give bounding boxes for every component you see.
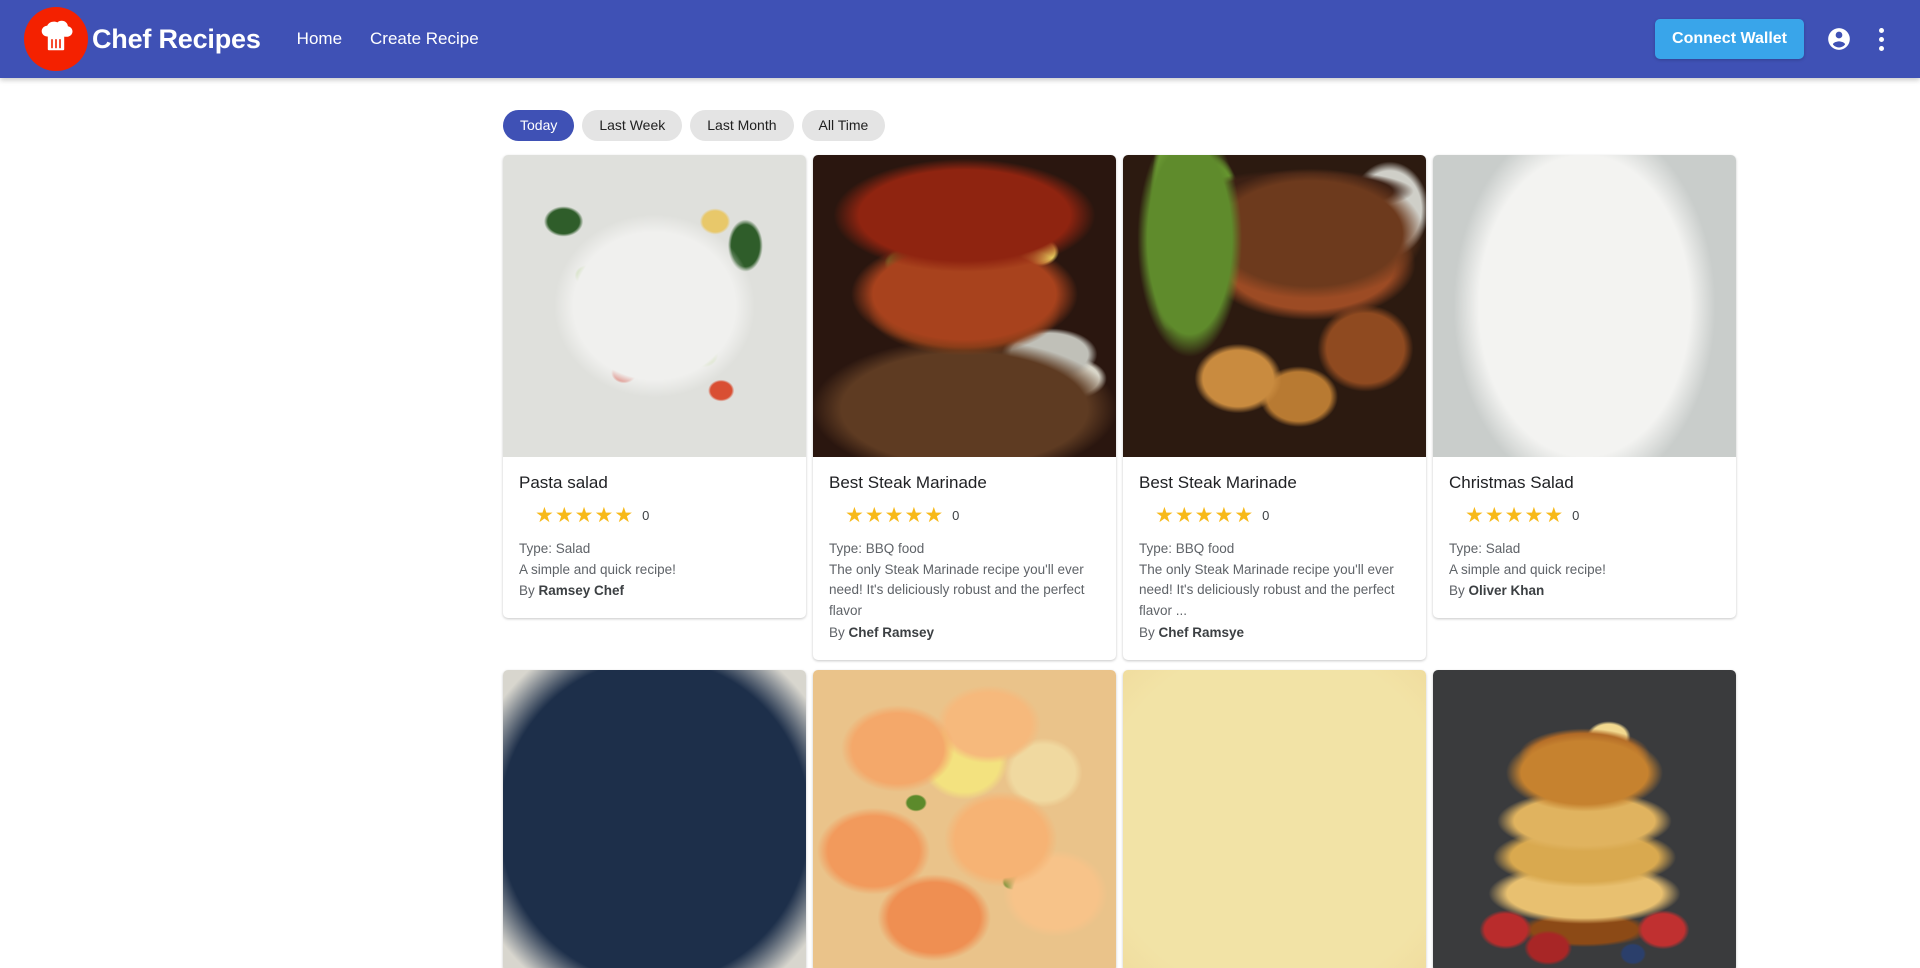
recipe-card-body: Best Steak Marinade ★ ★ ★ ★ ★ 0 Type: BBQ food T… bbox=[813, 457, 1116, 660]
star-icon[interactable]: ★ bbox=[1544, 505, 1563, 526]
star-rating-icons[interactable]: ★ ★ ★ ★ ★ bbox=[1465, 505, 1563, 526]
rating-count: 0 bbox=[952, 507, 960, 523]
recipe-type: Type: Salad bbox=[519, 540, 591, 556]
recipe-type: Type: BBQ food bbox=[1139, 540, 1235, 556]
recipe-rating[interactable]: ★ ★ ★ ★ ★ 0 bbox=[829, 505, 1100, 526]
star-icon[interactable]: ★ bbox=[1505, 505, 1524, 526]
star-icon[interactable]: ★ bbox=[865, 505, 884, 526]
star-rating-icons[interactable]: ★ ★ ★ ★ ★ bbox=[845, 505, 943, 526]
recipe-card-body: Christmas Salad ★ ★ ★ ★ ★ 0 Type: Salad A simple… bbox=[1433, 457, 1736, 618]
rating-count: 0 bbox=[1572, 507, 1580, 523]
star-icon[interactable]: ★ bbox=[555, 505, 574, 526]
more-vertical-dots bbox=[1878, 27, 1884, 51]
recipe-thumbnail bbox=[1433, 670, 1736, 968]
recipe-title: Pasta salad bbox=[519, 473, 608, 493]
star-icon[interactable]: ★ bbox=[1175, 505, 1194, 526]
recipe-description: The only Steak Marinade recipe you'll ev… bbox=[1139, 561, 1395, 619]
filter-last-week[interactable]: Last Week bbox=[582, 110, 683, 142]
recipe-card-body: Pasta salad ★ ★ ★ ★ ★ 0 Type: Salad A simple and… bbox=[503, 457, 806, 618]
star-icon[interactable]: ★ bbox=[1195, 505, 1214, 526]
recipe-thumbnail bbox=[503, 670, 806, 968]
filter-last-month[interactable]: Last Month bbox=[690, 110, 794, 142]
recipe-thumbnail bbox=[813, 670, 1116, 968]
chef-hat-icon bbox=[24, 7, 88, 71]
recipe-description: The only Steak Marinade recipe you'll ev… bbox=[829, 561, 1085, 619]
recipe-card[interactable]: Christmas Salad ★ ★ ★ ★ ★ 0 Type: Salad A simple… bbox=[1433, 155, 1736, 619]
recipe-author: Chef Ramsey bbox=[848, 625, 935, 641]
top-navbar: Chef Recipes Home Create Recipe Connect … bbox=[0, 0, 1920, 78]
recipe-card[interactable] bbox=[813, 670, 1116, 968]
nav-link-home[interactable]: Home bbox=[283, 23, 356, 55]
star-icon[interactable]: ★ bbox=[1234, 505, 1253, 526]
star-icon[interactable]: ★ bbox=[575, 505, 594, 526]
recipe-card[interactable] bbox=[1123, 670, 1426, 968]
recipe-author-line: By Oliver Khan bbox=[1449, 583, 1545, 599]
star-icon[interactable]: ★ bbox=[614, 505, 633, 526]
recipe-thumbnail bbox=[1123, 670, 1426, 968]
recipe-type: Type: BBQ food bbox=[829, 540, 925, 556]
star-icon[interactable]: ★ bbox=[924, 505, 943, 526]
star-icon[interactable]: ★ bbox=[535, 505, 554, 526]
recipe-grid: Pasta salad ★ ★ ★ ★ ★ 0 Type: Salad A simple and… bbox=[503, 155, 1760, 968]
time-filter-bar: Today Last Week Last Month All Time bbox=[503, 78, 1760, 155]
recipe-title: Christmas Salad bbox=[1449, 473, 1574, 493]
primary-nav: Home Create Recipe bbox=[283, 23, 493, 55]
rating-count: 0 bbox=[642, 507, 650, 523]
star-icon[interactable]: ★ bbox=[904, 505, 923, 526]
recipe-card[interactable]: Best Steak Marinade ★ ★ ★ ★ ★ 0 Type: BBQ food T… bbox=[813, 155, 1116, 661]
more-vertical-icon[interactable] bbox=[1864, 18, 1898, 60]
connect-wallet-button[interactable]: Connect Wallet bbox=[1655, 19, 1804, 59]
recipe-card[interactable] bbox=[503, 670, 806, 968]
recipe-author-line: By Chef Ramsey bbox=[829, 625, 935, 641]
star-icon[interactable]: ★ bbox=[885, 505, 904, 526]
star-icon[interactable]: ★ bbox=[1485, 505, 1504, 526]
recipe-author-line: By Chef Ramsye bbox=[1139, 625, 1245, 641]
recipe-thumbnail bbox=[813, 155, 1116, 458]
brand-name: Chef Recipes bbox=[92, 23, 261, 54]
recipe-card[interactable]: Best Steak Marinade ★ ★ ★ ★ ★ 0 Type: BBQ food T… bbox=[1123, 155, 1426, 661]
recipe-title: Best Steak Marinade bbox=[1139, 473, 1297, 493]
star-rating-icons[interactable]: ★ ★ ★ ★ ★ bbox=[1155, 505, 1253, 526]
recipe-title: Best Steak Marinade bbox=[829, 473, 987, 493]
recipe-thumbnail bbox=[503, 155, 806, 458]
content-container: Today Last Week Last Month All Time Past… bbox=[160, 78, 1760, 968]
recipe-author: Ramsey Chef bbox=[538, 583, 625, 599]
recipe-description: A simple and quick recipe! bbox=[1449, 561, 1606, 577]
star-icon[interactable]: ★ bbox=[1155, 505, 1174, 526]
recipe-rating[interactable]: ★ ★ ★ ★ ★ 0 bbox=[1449, 505, 1720, 526]
star-icon[interactable]: ★ bbox=[1524, 505, 1543, 526]
star-icon[interactable]: ★ bbox=[845, 505, 864, 526]
brand-logo[interactable]: Chef Recipes bbox=[24, 7, 261, 71]
page-content: Today Last Week Last Month All Time Past… bbox=[0, 78, 1920, 968]
recipe-type: Type: Salad bbox=[1449, 540, 1521, 556]
rating-count: 0 bbox=[1262, 507, 1270, 523]
recipe-thumbnail bbox=[1123, 155, 1426, 458]
filter-all-time[interactable]: All Time bbox=[801, 110, 886, 142]
star-icon[interactable]: ★ bbox=[594, 505, 613, 526]
recipe-card[interactable] bbox=[1433, 670, 1736, 968]
account-circle-icon[interactable] bbox=[1818, 18, 1860, 60]
recipe-card-body: Best Steak Marinade ★ ★ ★ ★ ★ 0 Type: BBQ food T… bbox=[1123, 457, 1426, 660]
star-rating-icons[interactable]: ★ ★ ★ ★ ★ bbox=[535, 505, 633, 526]
recipe-thumbnail bbox=[1433, 155, 1736, 458]
filter-today[interactable]: Today bbox=[503, 110, 575, 142]
nav-link-create-recipe[interactable]: Create Recipe bbox=[356, 23, 493, 55]
recipe-rating[interactable]: ★ ★ ★ ★ ★ 0 bbox=[1139, 505, 1410, 526]
recipe-author: Chef Ramsye bbox=[1158, 625, 1245, 641]
recipe-author-line: By Ramsey Chef bbox=[519, 583, 625, 599]
recipe-card[interactable]: Pasta salad ★ ★ ★ ★ ★ 0 Type: Salad A simple and… bbox=[503, 155, 806, 619]
recipe-description: A simple and quick recipe! bbox=[519, 561, 676, 577]
star-icon[interactable]: ★ bbox=[1465, 505, 1484, 526]
recipe-rating[interactable]: ★ ★ ★ ★ ★ 0 bbox=[519, 505, 790, 526]
star-icon[interactable]: ★ bbox=[1214, 505, 1233, 526]
recipe-author: Oliver Khan bbox=[1468, 583, 1545, 599]
